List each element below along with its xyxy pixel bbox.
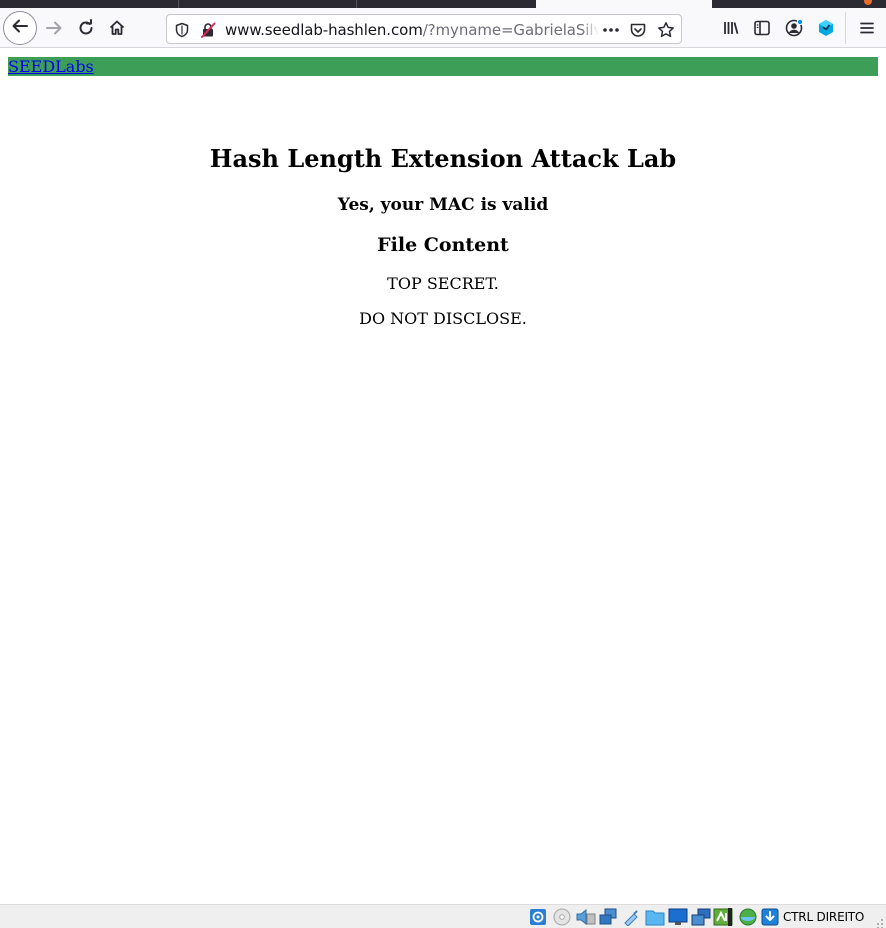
tab-1[interactable]: [178, 0, 356, 8]
hard-disk-icon[interactable]: [529, 908, 547, 926]
url-fade: [581, 21, 599, 39]
tab-2[interactable]: [356, 0, 536, 8]
site-navbar: SEEDLabs: [8, 57, 878, 76]
forward-button[interactable]: [38, 12, 70, 44]
url-text[interactable]: www.seedlab-hashlen.com/?myname=Gabriela…: [225, 21, 599, 39]
seedlabs-link[interactable]: SEEDLabs: [8, 57, 94, 76]
sidebar-icon: [753, 19, 771, 37]
resize-grip-icon[interactable]: [876, 915, 884, 928]
url-domain: www.seedlab-hashlen.com: [225, 21, 423, 39]
url-path: /?myname=GabrielaSilva&: [422, 21, 599, 39]
shared-folders-icon[interactable]: [645, 908, 665, 926]
file-content-line: DO NOT DISCLOSE.: [359, 309, 527, 328]
tab-active[interactable]: [536, 0, 712, 8]
star-icon[interactable]: [656, 20, 676, 40]
extension-button[interactable]: [810, 12, 842, 44]
navigation-toolbar: www.seedlab-hashlen.com/?myname=Gabriela…: [0, 8, 886, 48]
extension-icon: [817, 19, 835, 37]
cpu-icon[interactable]: [713, 908, 733, 926]
back-arrow-icon: [11, 17, 29, 39]
account-icon: [784, 18, 804, 38]
download-icon[interactable]: [761, 908, 779, 926]
back-button[interactable]: [3, 11, 37, 45]
forward-arrow-icon: [45, 19, 63, 37]
page-content: SEEDLabs Hash Length Extension Attack La…: [0, 49, 886, 904]
tab-strip: [0, 0, 886, 8]
url-bar[interactable]: www.seedlab-hashlen.com/?myname=Gabriela…: [166, 14, 682, 44]
video-capture-icon[interactable]: [691, 908, 711, 926]
library-icon: [722, 19, 740, 37]
account-button[interactable]: [778, 12, 810, 44]
file-content-heading: File Content: [377, 234, 509, 256]
sidebar-button[interactable]: [746, 12, 778, 44]
display-icon[interactable]: [668, 908, 688, 926]
reload-button[interactable]: [70, 12, 102, 44]
audio-icon[interactable]: [576, 908, 596, 926]
library-button[interactable]: [715, 12, 747, 44]
usb-icon[interactable]: [622, 908, 640, 927]
home-button[interactable]: [101, 12, 133, 44]
home-icon: [108, 19, 126, 37]
page-title: Hash Length Extension Attack Lab: [209, 144, 677, 173]
network-icon[interactable]: [599, 908, 617, 926]
optical-drive-icon[interactable]: [553, 908, 571, 926]
reload-icon: [77, 19, 95, 37]
shield-icon[interactable]: [172, 20, 192, 40]
insecure-lock-icon[interactable]: [198, 20, 218, 40]
menu-button[interactable]: [851, 12, 883, 44]
pocket-icon[interactable]: [628, 20, 648, 40]
notification-dot: [864, 0, 872, 5]
toolbar-separator: [845, 12, 846, 44]
more-horizontal-icon[interactable]: [601, 20, 621, 40]
mac-status-message: Yes, your MAC is valid: [337, 195, 549, 215]
hamburger-menu-icon: [859, 20, 875, 36]
vm-status-bar: CTRL DIREITO: [0, 904, 886, 928]
host-key-label: CTRL DIREITO: [783, 910, 865, 924]
file-content-line: TOP SECRET.: [387, 274, 499, 293]
mouse-integration-icon[interactable]: [738, 908, 757, 926]
